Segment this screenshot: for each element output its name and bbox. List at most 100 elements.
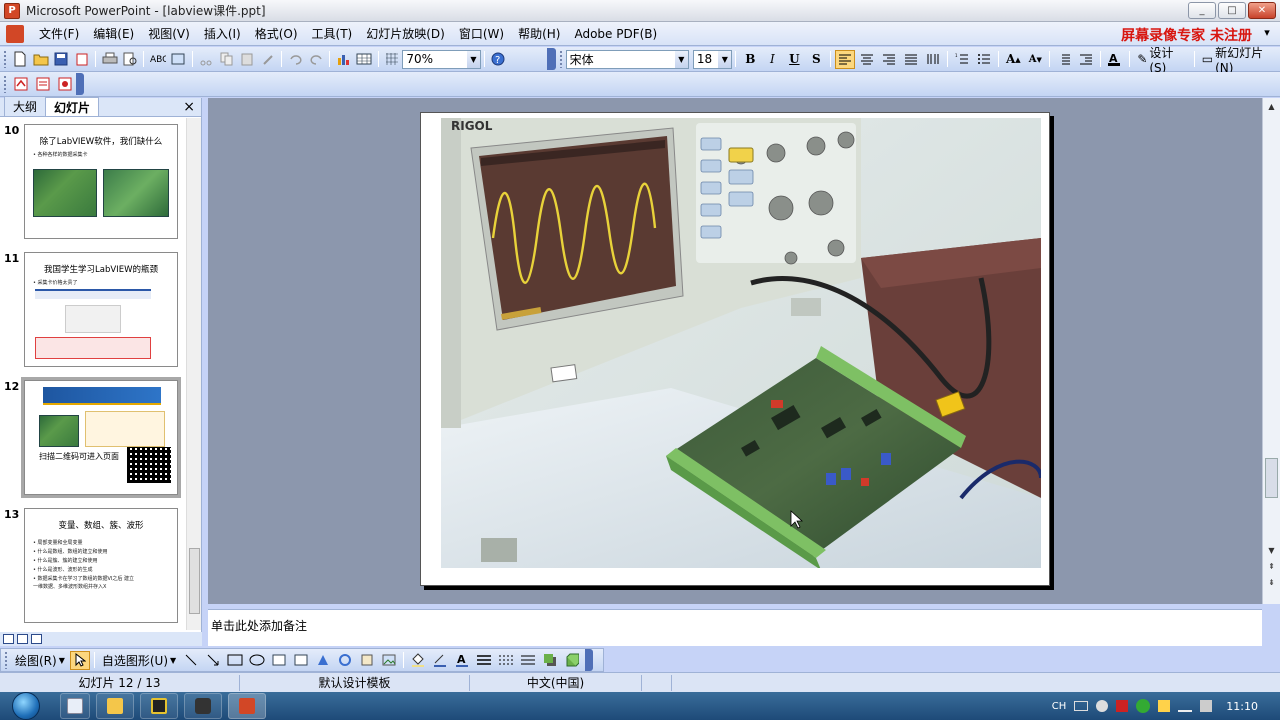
slide-preview[interactable]: 变量、数组、簇、波形 • 局部变量和全局变量 • 什么是数组、数组的建立和使用 … — [24, 508, 178, 623]
slides-scrollbar[interactable] — [186, 118, 201, 630]
security-tray-icon[interactable] — [1116, 700, 1129, 712]
vertical-textbox-icon[interactable] — [291, 651, 311, 669]
insert-chart-icon[interactable] — [334, 50, 353, 68]
print-preview-icon[interactable] — [121, 50, 140, 68]
bullets-icon[interactable] — [974, 50, 994, 69]
justify-icon[interactable] — [901, 50, 921, 69]
flag-tray-icon[interactable] — [1158, 700, 1171, 712]
tab-outline[interactable]: 大纲 — [4, 96, 47, 116]
decrease-font-icon[interactable]: A ▼ — [1025, 50, 1045, 69]
taskbar-app-media[interactable] — [140, 693, 178, 719]
toolbar-grip[interactable] — [3, 50, 7, 68]
update-tray-icon[interactable] — [1136, 699, 1151, 713]
italic-button[interactable]: I — [762, 50, 782, 69]
chevron-down-icon[interactable]: ▼ — [718, 50, 732, 68]
arrow-icon[interactable] — [203, 651, 223, 669]
slide-preview[interactable]: 我国学生学习LabVIEW的瓶颈 • 采集卡价格太贵了 — [24, 252, 178, 367]
toolbar-grip[interactable] — [4, 651, 8, 669]
distribute-icon[interactable] — [923, 50, 943, 69]
font-size-select[interactable]: 18 ▼ — [692, 49, 733, 69]
help-icon[interactable]: ? — [489, 50, 508, 68]
font-color-icon[interactable]: A — [1105, 50, 1125, 69]
underline-button[interactable]: U — [784, 50, 804, 69]
copy-icon[interactable] — [217, 50, 236, 68]
minimize-button[interactable]: _ — [1188, 2, 1216, 19]
menu-edit[interactable]: 编辑(E) — [86, 23, 141, 45]
taskbar-app-folder[interactable] — [96, 693, 134, 719]
diagram-icon[interactable] — [335, 651, 355, 669]
close-button[interactable]: ✕ — [1248, 2, 1276, 19]
font-name-select[interactable]: 宋体 ▼ — [565, 49, 689, 69]
next-slide-icon[interactable]: ⇟ — [1265, 576, 1278, 589]
taskbar-app-recorder[interactable] — [184, 693, 222, 719]
numbering-icon[interactable]: 1 — [952, 50, 972, 69]
3d-style-icon[interactable] — [562, 651, 582, 669]
oval-icon[interactable] — [247, 651, 267, 669]
chevron-down-icon[interactable]: ▼ — [466, 50, 480, 68]
slide-scrollbar[interactable]: ▲ ▼ ⇞ ⇟ — [1262, 98, 1280, 604]
slide-preview-selected[interactable]: 扫描二维码可进入页面 — [21, 377, 181, 498]
slide-preview[interactable]: 除了LabVIEW软件，我们缺什么 • 各种各样的数据采集卡 — [24, 124, 178, 239]
textbox-icon[interactable] — [269, 651, 289, 669]
normal-view-icon[interactable] — [3, 634, 14, 644]
align-right-icon[interactable] — [879, 50, 899, 69]
menu-adobe-pdf[interactable]: Adobe PDF(B) — [567, 23, 664, 45]
pdf-email-icon[interactable] — [33, 75, 53, 93]
volume-tray-icon[interactable] — [1200, 700, 1213, 712]
menu-view[interactable]: 视图(V) — [141, 23, 197, 45]
input-language[interactable]: CH — [1052, 701, 1067, 712]
taskbar-app-explorer[interactable] — [60, 693, 90, 719]
network-tray-icon[interactable] — [1178, 700, 1193, 712]
current-slide[interactable]: RIGOL — [420, 112, 1050, 586]
undo-icon[interactable] — [286, 50, 305, 68]
new-icon[interactable] — [11, 50, 30, 68]
menu-file[interactable]: 文件(F) — [32, 23, 86, 45]
draw-menu-button[interactable]: 绘图(R) ▼ — [11, 651, 69, 670]
pdf-convert-icon[interactable] — [11, 75, 31, 93]
align-left-icon[interactable] — [835, 49, 856, 69]
rectangle-icon[interactable] — [225, 651, 245, 669]
menu-tools[interactable]: 工具(T) — [305, 23, 360, 45]
insert-table-icon[interactable] — [355, 50, 374, 68]
toolbar-options-icon[interactable] — [546, 48, 556, 70]
permission-icon[interactable] — [73, 50, 92, 68]
slideshow-icon[interactable] — [31, 634, 42, 644]
line-icon[interactable] — [181, 651, 201, 669]
cut-icon[interactable] — [197, 50, 216, 68]
font-color-draw-icon[interactable]: A — [452, 651, 472, 669]
toolbar-options-icon[interactable] — [76, 73, 84, 95]
taskbar-app-powerpoint[interactable] — [228, 693, 266, 719]
format-painter-icon[interactable] — [259, 50, 278, 68]
show-grid-icon[interactable] — [383, 50, 402, 68]
bold-button[interactable]: B — [740, 50, 760, 69]
scrollbar-thumb[interactable] — [189, 548, 200, 614]
clock[interactable]: 11:10 — [1226, 700, 1258, 713]
menu-insert[interactable]: 插入(I) — [197, 23, 248, 45]
fill-color-icon[interactable] — [408, 651, 428, 669]
toolbar-options-icon[interactable] — [585, 649, 594, 671]
picture-icon[interactable] — [379, 651, 399, 669]
previous-slide-icon[interactable]: ⇞ — [1265, 560, 1278, 573]
oscilloscope-photo[interactable]: RIGOL — [441, 118, 1041, 568]
wordart-icon[interactable] — [313, 651, 333, 669]
autoshapes-button[interactable]: 自选图形(U) ▼ — [98, 651, 180, 670]
research-icon[interactable] — [169, 50, 188, 68]
shadow-button[interactable]: S — [806, 50, 826, 69]
start-button[interactable] — [12, 692, 40, 720]
shadow-style-icon[interactable] — [540, 651, 560, 669]
tab-slides[interactable]: 幻灯片 — [45, 97, 100, 116]
slide-sorter-icon[interactable] — [17, 634, 28, 644]
line-color-icon[interactable] — [430, 651, 450, 669]
redo-icon[interactable] — [307, 50, 326, 68]
design-button[interactable]: ✎ 设计(S) — [1133, 46, 1190, 75]
menu-help[interactable]: 帮助(H) — [511, 23, 567, 45]
line-style-icon[interactable] — [474, 651, 494, 669]
decrease-indent-icon[interactable] — [1054, 50, 1074, 69]
print-icon[interactable] — [100, 50, 119, 68]
clipart-icon[interactable] — [357, 651, 377, 669]
zoom-select[interactable]: 70% ▼ — [402, 49, 481, 69]
powerpoint-app-icon[interactable]: P — [4, 2, 20, 19]
menu-slideshow[interactable]: 幻灯片放映(D) — [359, 23, 452, 45]
help-tray-icon[interactable] — [1096, 700, 1109, 712]
paste-icon[interactable] — [238, 50, 257, 68]
